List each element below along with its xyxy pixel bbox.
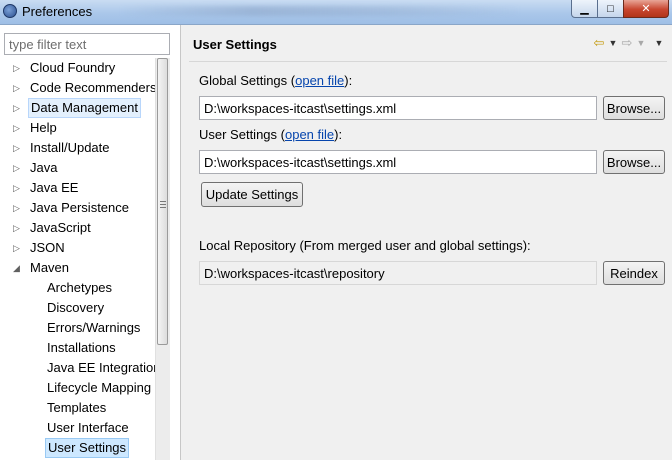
scrollbar-thumb[interactable] [157, 58, 168, 345]
tree-scrollbar[interactable] [155, 58, 170, 460]
window-title: Preferences [22, 4, 93, 19]
user-open-file-link[interactable]: open file [285, 127, 334, 142]
expand-arrow-icon[interactable]: ▷ [13, 118, 20, 138]
user-settings-label: User Settings (open file): [199, 127, 343, 142]
expand-arrow-icon[interactable]: ▷ [13, 218, 20, 238]
expand-arrow-icon[interactable]: ▷ [13, 78, 20, 98]
window-titlebar[interactable]: Preferences ▁ □ ✕ [0, 0, 672, 25]
preference-tree: ▷ Cloud Foundry ▷ Code Recommenders ▷ Data … [0, 58, 155, 460]
blurred-background-title [120, 6, 520, 16]
expand-arrow-icon[interactable]: ▷ [13, 98, 20, 118]
minimize-button[interactable]: ▁ [571, 0, 598, 18]
back-arrow-icon[interactable]: ⇦ [592, 35, 606, 51]
preference-tree-panel: ▷Cloud Foundry ▷Code Recommenders ▷Data … [0, 25, 181, 460]
update-settings-button[interactable]: Update Settings [201, 182, 303, 207]
view-menu-icon[interactable]: ▼ [654, 35, 664, 51]
settings-page: User Settings ⇦ ▼ ⇨ ▼ ▼ Global Settings … [181, 25, 672, 460]
close-button[interactable]: ✕ [623, 0, 669, 18]
expand-arrow-icon[interactable]: ▷ [13, 58, 20, 78]
eclipse-app-icon [3, 4, 17, 18]
expand-arrow-icon[interactable]: ▷ [13, 158, 20, 178]
forward-dropdown-icon[interactable]: ▼ [636, 35, 646, 51]
expand-arrow-icon[interactable]: ▷ [13, 238, 20, 258]
expand-arrow-icon[interactable]: ▷ [13, 198, 20, 218]
global-browse-button[interactable]: Browse... [603, 96, 665, 120]
global-settings-field[interactable] [199, 96, 597, 120]
global-open-file-link[interactable]: open file [295, 73, 344, 88]
collapse-arrow-icon[interactable]: ◢ [13, 258, 20, 278]
forward-arrow-icon[interactable]: ⇨ [620, 35, 634, 51]
expand-arrow-icon[interactable]: ▷ [13, 138, 20, 158]
local-repository-label: Local Repository (From merged user and g… [199, 238, 531, 253]
reindex-button[interactable]: Reindex [603, 261, 665, 285]
grip-icon [160, 201, 166, 208]
back-dropdown-icon[interactable]: ▼ [608, 35, 618, 51]
user-settings-field[interactable] [199, 150, 597, 174]
expand-arrow-icon[interactable]: ▷ [13, 178, 20, 198]
header-divider [189, 61, 667, 62]
local-repository-field [199, 261, 597, 285]
page-title: User Settings [193, 37, 277, 52]
user-browse-button[interactable]: Browse... [603, 150, 665, 174]
filter-input[interactable] [4, 33, 170, 55]
page-navigation: ⇦ ▼ ⇨ ▼ ▼ [592, 35, 664, 51]
global-settings-label: Global Settings (open file): [199, 73, 353, 88]
maximize-button[interactable]: □ [597, 0, 624, 18]
